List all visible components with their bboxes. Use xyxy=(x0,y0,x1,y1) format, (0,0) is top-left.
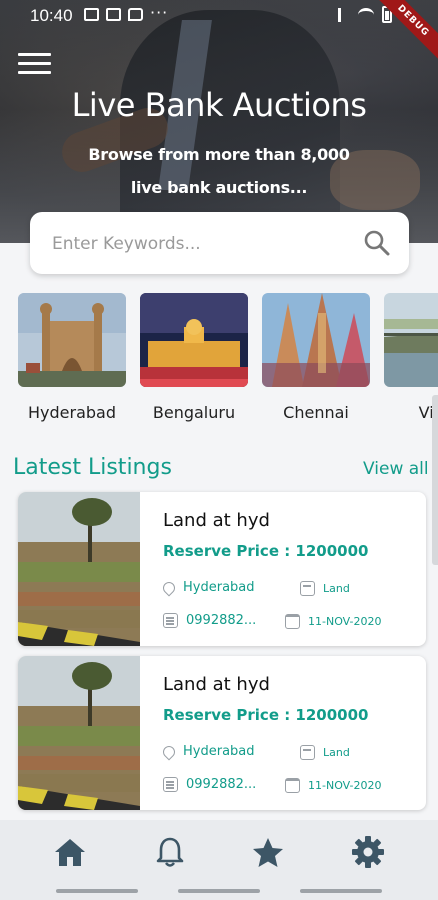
hamburger-icon-line xyxy=(18,62,51,65)
property-type-icon xyxy=(300,745,315,760)
star-icon xyxy=(253,838,283,867)
listing-phone-text: 0992882... xyxy=(186,777,257,792)
hamburger-icon-line xyxy=(18,71,51,74)
listing-date: 11-NOV-2020 xyxy=(285,614,382,629)
image-notification-icon xyxy=(84,8,99,21)
menu-button[interactable] xyxy=(18,53,51,75)
listing-title: Land at hyd xyxy=(163,674,270,695)
listing-phone: 0992882... xyxy=(163,613,256,628)
bell-icon xyxy=(156,837,184,867)
hamburger-icon xyxy=(18,53,51,56)
scrollbar[interactable] xyxy=(432,395,438,565)
bottom-navigation xyxy=(0,820,438,900)
notification-icons: ··· xyxy=(84,3,169,22)
listing-date-text: 11-NOV-2020 xyxy=(308,779,382,792)
nav-settings[interactable] xyxy=(348,832,388,872)
listing-image xyxy=(18,492,140,646)
nav-indicator-notifications xyxy=(178,889,260,893)
section-title: Latest Listings xyxy=(13,455,172,480)
calendar-icon xyxy=(285,778,300,793)
city-card-chennai[interactable]: Chennai xyxy=(262,293,370,422)
city-image xyxy=(384,293,438,387)
mute-icon xyxy=(338,7,350,22)
city-card-hyderabad[interactable]: Hyderabad xyxy=(18,293,126,422)
status-time: 10:40 xyxy=(30,6,73,25)
home-icon xyxy=(55,839,85,866)
listing-type: Land xyxy=(300,581,350,596)
city-image xyxy=(262,293,370,387)
hero-subtitle-line1: Browse from more than 8,000 xyxy=(88,145,350,164)
listing-city-text: Hyderabad xyxy=(183,744,255,759)
listing-city: Hyderabad xyxy=(160,579,255,596)
city-name: Hyderabad xyxy=(28,403,116,422)
listing-image xyxy=(18,656,140,810)
nav-indicator-favorites xyxy=(300,889,382,893)
listing-type: Land xyxy=(300,745,350,760)
listing-phone-text: 0992882... xyxy=(186,613,257,628)
listing-date-text: 11-NOV-2020 xyxy=(308,615,382,628)
listing-type-text: Land xyxy=(323,746,350,759)
gear-icon xyxy=(352,836,384,868)
hero-banner: 10:40 ··· DEBUG Live Bank Auctions Brows… xyxy=(0,0,438,243)
city-image xyxy=(140,293,248,387)
listing-price: Reserve Price : 1200000 xyxy=(163,542,369,560)
city-name: Chennai xyxy=(283,403,349,422)
listing-price: Reserve Price : 1200000 xyxy=(163,706,369,724)
property-type-icon xyxy=(300,581,315,596)
document-icon xyxy=(163,777,178,792)
search-icon[interactable] xyxy=(363,229,391,257)
more-notifications-icon: ··· xyxy=(150,3,169,22)
city-card-bengaluru[interactable]: Bengaluru xyxy=(140,293,248,422)
listing-phone: 0992882... xyxy=(163,777,256,792)
hero-subtitle-line2: live bank auctions... xyxy=(130,178,308,197)
listing-date: 11-NOV-2020 xyxy=(285,778,382,793)
listing-card[interactable]: Land at hyd Reserve Price : 1200000 Hyde… xyxy=(18,492,426,646)
city-name: Bengaluru xyxy=(152,403,236,422)
message-notification-icon xyxy=(128,8,143,21)
city-card-vijayawada[interactable]: Vijay xyxy=(384,293,438,422)
listing-type-text: Land xyxy=(323,582,350,595)
listing-city-text: Hyderabad xyxy=(183,580,255,595)
calendar-icon xyxy=(285,614,300,629)
city-name: Vijay xyxy=(418,403,438,422)
card-notification-icon xyxy=(106,8,121,21)
document-icon xyxy=(163,613,178,628)
search-input[interactable] xyxy=(52,230,352,258)
search-bar xyxy=(30,212,409,274)
wifi-icon xyxy=(358,7,374,22)
listing-title: Land at hyd xyxy=(163,510,270,531)
nav-indicator-home xyxy=(56,889,138,893)
location-pin-icon xyxy=(160,579,178,596)
nav-favorites[interactable] xyxy=(248,832,288,872)
system-icons xyxy=(338,6,392,23)
view-all-link[interactable]: View all xyxy=(363,459,429,479)
page-title: Live Bank Auctions xyxy=(71,86,367,124)
city-image xyxy=(18,293,126,387)
city-carousel: Hyderabad Bengaluru Chennai Vi xyxy=(18,293,438,428)
listing-city: Hyderabad xyxy=(160,743,255,760)
nav-notifications[interactable] xyxy=(150,832,190,872)
listing-card[interactable]: Land at hyd Reserve Price : 1200000 Hyde… xyxy=(18,656,426,810)
location-pin-icon xyxy=(160,743,178,760)
status-bar: 10:40 ··· xyxy=(0,0,438,32)
nav-home[interactable] xyxy=(50,832,90,872)
